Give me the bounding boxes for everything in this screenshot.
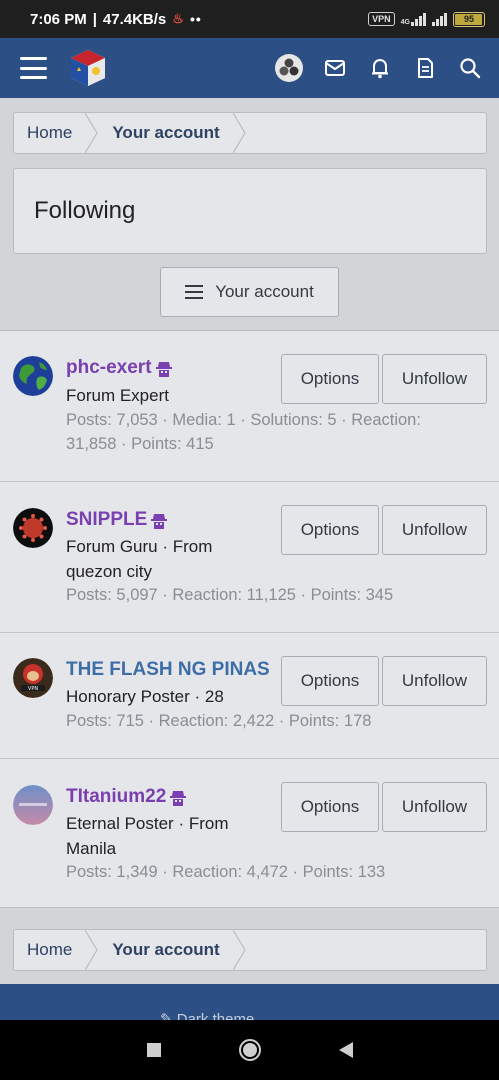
member-stats: Posts: 5,097 · Reaction: 11,125 · Points…	[66, 586, 394, 604]
brush-icon: ✎	[160, 1011, 177, 1020]
member-stats: Posts: 7,053 · Media: 1 · Solutions: 5 ·…	[66, 411, 421, 453]
member-role: Honorary Poster · 28	[66, 687, 224, 706]
home-icon[interactable]	[238, 1039, 261, 1061]
member-name[interactable]: THE FLASH NG PINAS	[66, 659, 270, 681]
following-list: phc-exert Forum Expert Posts: 7,053 · Me…	[0, 330, 499, 908]
list-item: SNIPPLE Forum Guru · From quezon city Po…	[0, 482, 499, 633]
signal-icon-2	[432, 12, 447, 26]
status-bar: 7:06 PM | 47.4KB/s ♨ •• VPN 4G 95	[0, 0, 499, 38]
style-chooser-link[interactable]: ✎ Dark theme	[160, 1010, 254, 1020]
hamburger-menu-icon[interactable]	[20, 57, 47, 79]
member-name[interactable]: TItanium22	[66, 786, 187, 808]
options-button[interactable]: Options	[281, 505, 379, 555]
document-icon[interactable]	[412, 55, 438, 81]
unfollow-button[interactable]: Unfollow	[382, 505, 487, 555]
breadcrumb-home[interactable]: Home	[14, 113, 85, 153]
member-avatar[interactable]: VPN	[13, 658, 53, 698]
site-logo[interactable]	[67, 47, 109, 89]
breadcrumb-separator	[232, 113, 246, 153]
breadcrumb-bottom: Home Your account	[13, 929, 487, 971]
breadcrumb-your-account[interactable]: Your account	[99, 113, 232, 153]
member-role: Eternal Poster · From Manila	[66, 814, 229, 858]
member-avatar[interactable]	[13, 785, 53, 825]
page-footer: ✎ Dark theme	[0, 984, 499, 1020]
member-name[interactable]: phc-exert	[66, 357, 172, 379]
unfollow-button[interactable]: Unfollow	[382, 656, 487, 706]
breadcrumb-top: Home Your account	[13, 112, 487, 154]
network-type: 4G	[400, 19, 410, 26]
breadcrumb-separator	[85, 930, 99, 970]
mail-icon[interactable]	[322, 55, 348, 81]
flame-icon: ♨	[172, 11, 184, 26]
earth-globe-avatar	[13, 356, 53, 396]
page-title-box: Following	[13, 168, 487, 254]
member-stats: Posts: 1,349 · Reaction: 4,472 · Points:…	[66, 863, 386, 881]
flash-vpn-avatar: VPN	[13, 658, 53, 698]
staff-icon	[151, 513, 168, 529]
virus-avatar	[13, 508, 53, 548]
member-name-text: THE FLASH NG PINAS	[66, 659, 270, 680]
style-chooser-label: Dark theme	[176, 1011, 255, 1020]
member-role: Forum Expert	[66, 386, 169, 405]
member-stats: Posts: 715 · Reaction: 2,422 · Points: 1…	[66, 712, 372, 730]
member-avatar[interactable]	[13, 356, 53, 396]
breadcrumb-separator	[232, 930, 246, 970]
options-button[interactable]: Options	[281, 354, 379, 404]
back-icon[interactable]	[338, 1042, 353, 1058]
options-button[interactable]: Options	[281, 656, 379, 706]
bell-icon[interactable]	[367, 55, 393, 81]
breadcrumb-separator	[85, 113, 99, 153]
battery-percent: 95	[463, 14, 474, 24]
member-name-text: phc-exert	[66, 357, 152, 378]
unfollow-button[interactable]: Unfollow	[382, 354, 487, 404]
list-item: TItanium22 Eternal Poster · From Manila …	[0, 759, 499, 909]
sky-avatar	[13, 785, 53, 825]
breadcrumb-home[interactable]: Home	[14, 930, 85, 970]
list-item: phc-exert Forum Expert Posts: 7,053 · Me…	[0, 331, 499, 482]
page-title: Following	[34, 197, 136, 224]
unfollow-button[interactable]: Unfollow	[382, 782, 487, 832]
search-icon[interactable]	[457, 55, 483, 81]
app-header	[0, 38, 499, 98]
status-time: 7:06 PM	[30, 10, 87, 28]
your-account-menu-button[interactable]: Your account	[160, 267, 339, 317]
user-avatar[interactable]	[275, 54, 303, 82]
signal-icon	[411, 12, 426, 26]
battery-icon: 95	[453, 11, 485, 27]
recents-icon[interactable]	[146, 1043, 161, 1057]
staff-icon	[155, 361, 172, 377]
menu-lines-icon	[185, 285, 204, 299]
system-nav-bar	[0, 1020, 499, 1080]
svg-text:VPN: VPN	[28, 686, 38, 692]
options-button[interactable]: Options	[281, 782, 379, 832]
status-dots: ••	[189, 11, 202, 27]
member-role: Forum Guru · From quezon city	[66, 537, 213, 581]
list-item: VPN THE FLASH NG PINAS Honorary Poster ·…	[0, 633, 499, 759]
member-name-text: SNIPPLE	[66, 509, 148, 530]
breadcrumb-your-account[interactable]: Your account	[99, 930, 232, 970]
staff-icon	[170, 790, 187, 806]
member-avatar[interactable]	[13, 508, 53, 548]
status-speed: 47.4KB/s	[102, 10, 167, 28]
member-name[interactable]: SNIPPLE	[66, 509, 168, 531]
your-account-label: Your account	[215, 282, 314, 301]
vpn-icon: VPN	[368, 12, 395, 26]
member-name-text: TItanium22	[66, 786, 167, 807]
